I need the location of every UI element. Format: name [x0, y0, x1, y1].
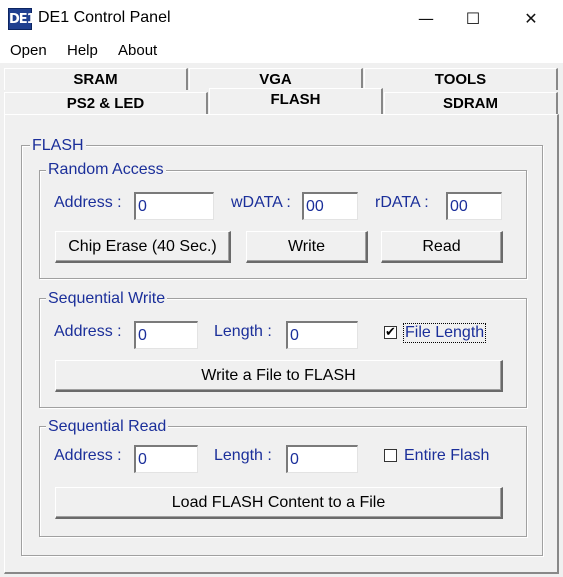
load-flash-content-button[interactable]: Load FLASH Content to a File: [55, 487, 503, 519]
tab-vga[interactable]: VGA: [189, 68, 363, 90]
close-button[interactable]: ✕: [508, 0, 554, 38]
tab-tools[interactable]: TOOLS: [364, 68, 558, 90]
menu-about[interactable]: About: [118, 42, 157, 59]
file-length-checkbox[interactable]: ✔: [384, 326, 397, 339]
sr-length-input[interactable]: 0: [286, 445, 358, 473]
minimize-button[interactable]: —: [403, 0, 449, 38]
file-length-label[interactable]: File Length: [403, 323, 487, 343]
ra-wdata-label: wDATA :: [231, 194, 291, 211]
sr-address-label: Address :: [54, 447, 122, 464]
sw-address-label: Address :: [54, 323, 122, 340]
tab-flash[interactable]: FLASH: [209, 88, 383, 114]
menu-help[interactable]: Help: [67, 42, 98, 59]
write-file-to-flash-button[interactable]: Write a File to FLASH: [55, 360, 503, 392]
sr-address-input[interactable]: 0: [134, 445, 198, 473]
checkmark-icon: ✔: [385, 325, 396, 340]
tab-sdram[interactable]: SDRAM: [384, 92, 558, 114]
entire-flash-checkbox[interactable]: [384, 449, 397, 462]
de1-logo-icon[interactable]: DE1: [8, 8, 36, 30]
entire-flash-label[interactable]: Entire Flash: [404, 446, 489, 466]
window-title: DE1 Control Panel: [38, 9, 171, 26]
write-button[interactable]: Write: [246, 231, 368, 263]
sequential-read-group: [39, 426, 527, 537]
close-icon: ✕: [524, 9, 538, 28]
maximize-button[interactable]: ☐: [450, 0, 496, 38]
maximize-icon: ☐: [465, 9, 481, 28]
menu-open[interactable]: Open: [10, 42, 47, 59]
sw-address-input[interactable]: 0: [134, 321, 198, 349]
sr-length-label: Length :: [214, 447, 272, 464]
sequential-read-title: Sequential Read: [46, 418, 169, 436]
ra-address-label: Address :: [54, 194, 122, 211]
chip-erase-button[interactable]: Chip Erase (40 Sec.): [55, 231, 231, 263]
tab-sram[interactable]: SRAM: [4, 68, 188, 90]
sw-length-input[interactable]: 0: [286, 321, 358, 349]
ra-address-input[interactable]: 0: [134, 192, 214, 220]
random-access-title: Random Access: [46, 161, 166, 179]
sequential-write-title: Sequential Write: [46, 290, 168, 308]
sw-length-label: Length :: [214, 323, 272, 340]
tab-ps2-led[interactable]: PS2 & LED: [4, 92, 208, 114]
minimize-icon: —: [418, 9, 434, 28]
ra-rdata-label: rDATA :: [375, 194, 429, 211]
ra-rdata-input[interactable]: 00: [446, 192, 502, 220]
ra-wdata-input[interactable]: 00: [302, 192, 358, 220]
flash-group-title: FLASH: [30, 137, 86, 155]
read-button[interactable]: Read: [381, 231, 503, 263]
